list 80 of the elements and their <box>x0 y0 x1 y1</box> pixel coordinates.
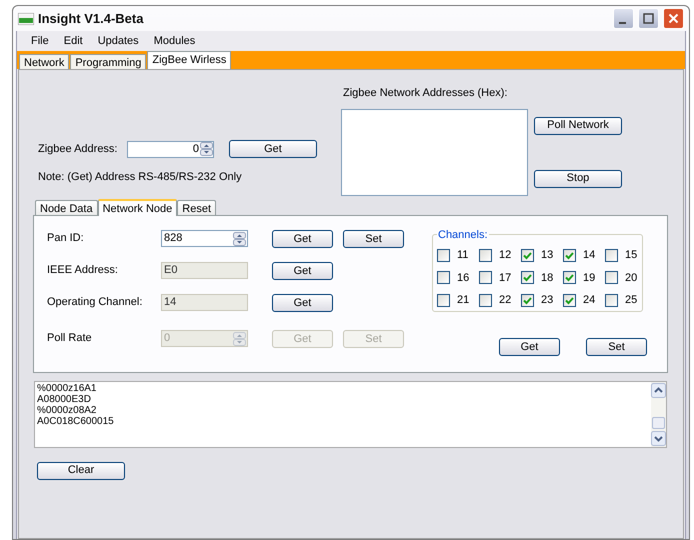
log-line: %0000z08A2 <box>37 405 98 416</box>
push-button[interactable]: Get <box>499 338 560 356</box>
push-button[interactable]: Poll Network <box>534 116 622 134</box>
checkbox[interactable] <box>521 271 534 284</box>
checkbox[interactable] <box>521 248 534 262</box>
checkbox-label: 16 <box>457 270 470 286</box>
scrollbar[interactable] <box>651 382 666 447</box>
note-text: Note: (Get) Address RS-485/RS-232 Only <box>38 170 243 185</box>
checkbox-label: 19 <box>583 270 596 286</box>
menu-item[interactable]: File <box>25 32 55 50</box>
push-button[interactable]: Set <box>343 230 404 248</box>
address-list[interactable] <box>341 108 528 196</box>
checkbox[interactable] <box>437 294 450 307</box>
tab[interactable]: Reset <box>177 200 216 215</box>
field-label: IEEE Address: <box>47 263 119 278</box>
maximize-button[interactable] <box>638 8 659 29</box>
tab[interactable]: Node Data <box>35 200 98 215</box>
spinner-arrows-icon[interactable] <box>200 142 213 156</box>
checkbox-label: 14 <box>583 248 596 263</box>
push-button[interactable]: Set <box>586 338 647 356</box>
menu-item[interactable]: Updates <box>92 32 145 50</box>
field-label: Poll Rate <box>47 331 93 346</box>
checkbox[interactable] <box>479 271 492 284</box>
log-line: A0C018C600015 <box>37 416 115 427</box>
checkbox[interactable] <box>437 271 450 284</box>
menu-item[interactable]: Modules <box>148 32 202 50</box>
push-button[interactable]: Get <box>272 294 333 312</box>
checkbox[interactable] <box>563 248 576 262</box>
close-button[interactable] <box>663 8 684 29</box>
checkbox-label: 21 <box>457 293 470 308</box>
checkbox-label: 22 <box>499 293 512 308</box>
field-label: Zigbee Network Addresses (Hex): <box>343 86 508 101</box>
app-logo-icon <box>18 12 34 24</box>
tab[interactable]: Network Node <box>98 199 178 216</box>
checkbox[interactable] <box>605 294 618 307</box>
checkbox[interactable] <box>521 294 534 307</box>
checkbox-label: 20 <box>625 270 638 286</box>
scroll-down-icon[interactable] <box>651 431 666 446</box>
scroll-up-icon[interactable] <box>651 383 666 398</box>
checkbox-label: 12 <box>499 248 512 263</box>
window-title: Insight V1.4-Beta <box>38 10 144 28</box>
field-label: Zigbee Address: <box>38 142 118 157</box>
log-line: %0000z16A1 <box>37 383 98 394</box>
push-button[interactable]: Clear <box>37 462 125 480</box>
read-only-field[interactable]: E0 <box>161 262 248 279</box>
tab[interactable]: Programming <box>70 54 146 69</box>
checkbox-label: 23 <box>541 293 554 308</box>
number-field[interactable]: 0 <box>127 140 214 158</box>
minimize-button[interactable] <box>613 8 634 29</box>
read-only-field[interactable]: 14 <box>161 294 248 311</box>
checkbox[interactable] <box>479 294 492 307</box>
push-button[interactable]: Stop <box>534 170 622 188</box>
tab[interactable]: Network <box>19 54 70 69</box>
menu-item[interactable]: Edit <box>58 32 89 50</box>
minimize-icon <box>618 22 626 24</box>
push-button[interactable]: Get <box>272 230 333 248</box>
checkbox-label: 25 <box>625 293 638 308</box>
checkbox[interactable] <box>605 248 618 262</box>
checkbox[interactable] <box>605 271 618 284</box>
checkbox-label: 15 <box>625 248 638 263</box>
scroll-thumb[interactable] <box>652 417 665 429</box>
checkbox-label: 24 <box>583 293 596 308</box>
checkbox-label: 13 <box>541 248 554 263</box>
checkbox[interactable] <box>437 248 450 262</box>
log-line: A08000E3D <box>37 394 92 405</box>
checkbox[interactable] <box>563 271 576 284</box>
close-icon <box>668 13 679 24</box>
push-button[interactable]: Get <box>272 262 333 280</box>
push-button[interactable]: Get <box>229 140 317 158</box>
maximize-icon <box>643 13 654 24</box>
field-label: Pan ID: <box>47 231 85 246</box>
field-label: Operating Channel: <box>47 295 144 310</box>
checkbox-label: 18 <box>541 270 554 286</box>
number-field[interactable]: 828 <box>161 230 248 247</box>
checkbox-label: 17 <box>499 270 512 286</box>
spinner-arrows-icon[interactable] <box>233 232 246 246</box>
checkbox[interactable] <box>563 294 576 307</box>
checkbox-label: 11 <box>457 248 468 263</box>
tab[interactable]: ZigBee Wirless <box>147 51 232 69</box>
checkbox[interactable] <box>479 248 492 262</box>
